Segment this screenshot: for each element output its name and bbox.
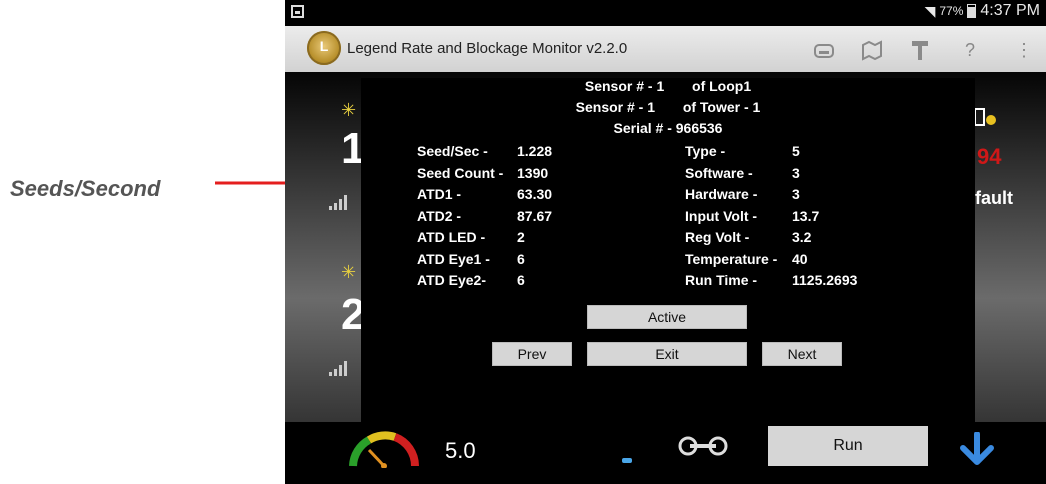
field-software: Software -3 xyxy=(685,164,800,181)
wifi-icon: ◥ xyxy=(924,2,936,19)
field-reg-volt: Reg Volt -3.2 xyxy=(685,229,812,245)
status-indicator-icon xyxy=(975,108,996,126)
speed-value: 5.0 xyxy=(445,438,476,463)
action-bar: L Legend Rate and Blockage Monitor v2.2.… xyxy=(285,26,1046,72)
overflow-menu-icon[interactable]: ⋮ xyxy=(1013,39,1035,61)
sensor-tower-line: Sensor # - 1 of Tower - 1 xyxy=(575,99,761,115)
screenshot-icon xyxy=(291,5,304,18)
tablet-screen: ◥ 77% 4:37 PM L Legend Rate and Blockage… xyxy=(285,0,1046,484)
clock: 4:37 PM xyxy=(980,2,1040,19)
field-atd-led: ATD LED -2 xyxy=(417,229,525,245)
map-icon[interactable] xyxy=(861,39,883,61)
wand-icon: ✳ xyxy=(341,262,357,282)
signal-icon xyxy=(329,195,347,210)
field-atd-eye2: ATD Eye2- 6 xyxy=(417,272,525,288)
field-hardware: Hardware -3 xyxy=(685,186,800,202)
signal-icon xyxy=(329,361,347,376)
right-field-list: Type -5 Software -3 Hardware -3 Input Vo… xyxy=(685,141,925,292)
sensor-loop-line: Sensor # - 1 of Loop1 xyxy=(584,78,752,94)
link-icon[interactable] xyxy=(678,434,728,458)
app-title: Legend Rate and Blockage Monitor v2.2.0 xyxy=(347,40,628,57)
wand-icon: ✳ xyxy=(341,100,357,120)
exit-button[interactable]: Exit xyxy=(587,342,747,366)
page-indicator xyxy=(622,458,632,463)
status-bar: ◥ 77% 4:37 PM xyxy=(285,0,1046,26)
field-input-volt: Input Volt -13.7 xyxy=(685,207,820,224)
field-atd2: ATD2 -87.67 xyxy=(417,207,553,224)
field-atd-eye1: ATD Eye1 -6 xyxy=(417,250,525,267)
field-run-time: Run Time -1125.2693 xyxy=(685,272,858,288)
fault-text: fault xyxy=(975,188,1013,208)
next-button[interactable]: Next xyxy=(762,342,842,366)
field-seed-sec: Seed/Sec -1.228 xyxy=(417,143,553,159)
field-seed-count: Seed Count -1390 xyxy=(417,164,549,181)
wrench-icon[interactable] xyxy=(909,39,931,61)
device-icon[interactable] xyxy=(813,39,835,61)
serial-number: Serial # - 966536 xyxy=(613,120,723,136)
field-atd1: ATD1 -63.30 xyxy=(417,186,553,202)
app-logo[interactable]: L xyxy=(307,31,341,65)
field-type: Type -5 xyxy=(685,143,800,159)
background-count: 94 xyxy=(977,144,1002,169)
active-button[interactable]: Active xyxy=(587,305,747,329)
battery-icon xyxy=(967,4,977,18)
arrow-down-icon[interactable] xyxy=(959,432,995,466)
field-temperature: Temperature -40 xyxy=(685,250,808,267)
prev-button[interactable]: Prev xyxy=(492,342,572,366)
help-icon[interactable]: ? xyxy=(959,39,981,61)
sensor-detail-dialog: Sensor # - 1 of Loop1 Sensor # - 1 of To… xyxy=(361,78,975,422)
run-button[interactable]: Run xyxy=(768,426,928,466)
speedometer-icon xyxy=(349,431,419,468)
left-field-list: Seed/Sec -1.228 Seed Count -1390 ATD1 -6… xyxy=(417,141,617,292)
annotation-label: Seeds/Second xyxy=(10,176,161,201)
battery-percent: 77% xyxy=(939,4,964,18)
